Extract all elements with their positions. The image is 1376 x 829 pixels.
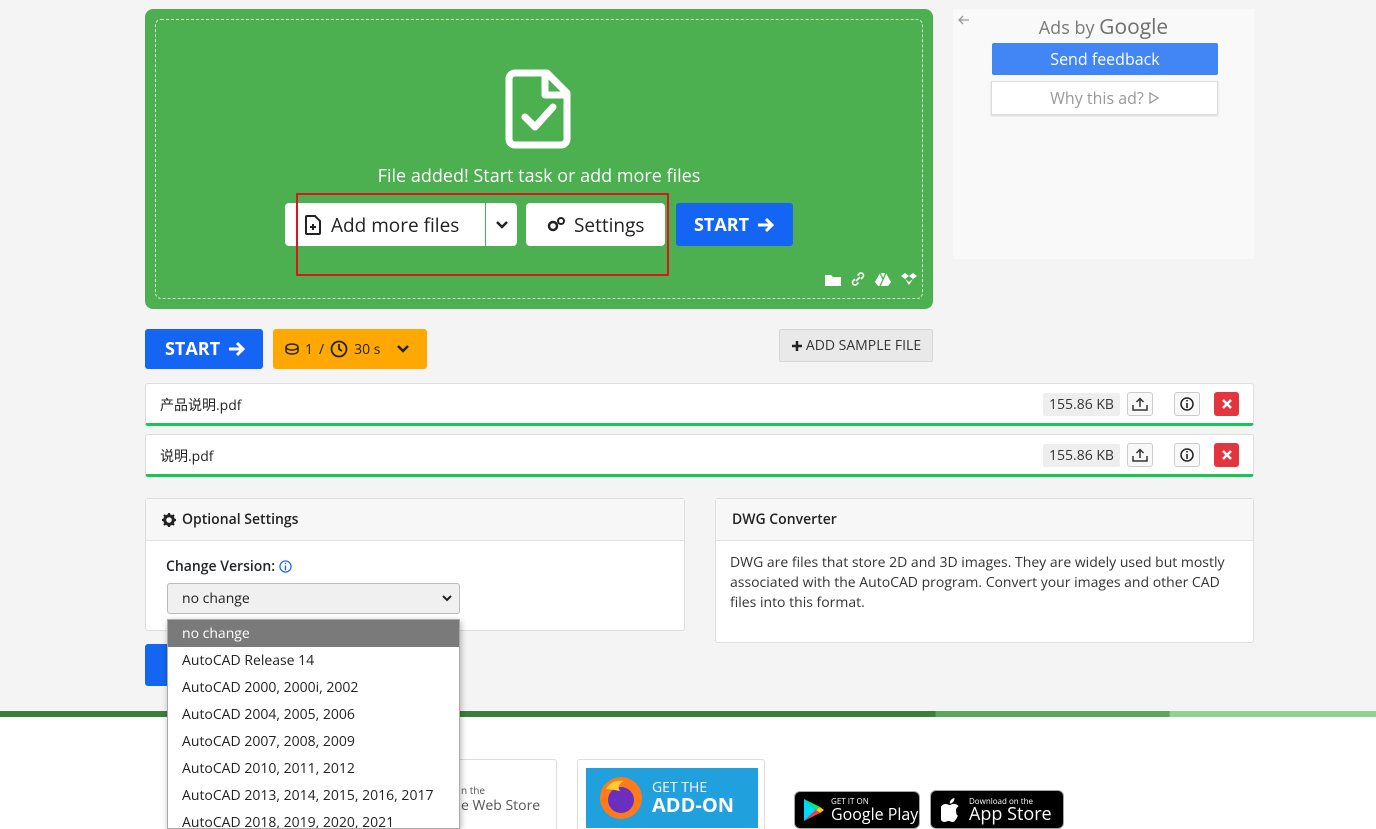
dwg-converter-title: DWG Converter	[716, 499, 1253, 541]
optional-settings-title: Optional Settings	[182, 510, 299, 529]
version-option[interactable]: AutoCAD 2004, 2005, 2006	[168, 701, 459, 728]
info-icon[interactable]	[279, 560, 292, 573]
chevron-down-icon	[495, 220, 509, 230]
file-plus-icon	[305, 214, 321, 235]
chevron-down-icon	[442, 594, 452, 602]
ads-by-google: Ads by Google	[1038, 13, 1169, 41]
version-dropdown-list: no change AutoCAD Release 14 AutoCAD 2000,…	[167, 619, 460, 829]
upload-to-cloud-icon[interactable]	[1127, 443, 1153, 467]
version-option[interactable]: AutoCAD 2010, 2011, 2012	[168, 755, 459, 782]
upload-sources	[825, 269, 917, 291]
change-version-label: Change Version:	[166, 557, 292, 576]
time-label: 30 s	[354, 339, 381, 359]
version-option[interactable]: AutoCAD Release 14	[168, 647, 459, 674]
adchoices-icon	[1149, 92, 1159, 104]
plus-icon	[791, 340, 803, 352]
change-version-text: Change Version:	[166, 557, 276, 576]
firefox-icon	[598, 775, 644, 821]
file-row: 说明.pdf 155.86 KB	[145, 434, 1254, 477]
dropzone-start-button[interactable]: START	[676, 203, 793, 246]
start-label: START	[165, 337, 221, 361]
google-drive-icon[interactable]	[875, 269, 891, 291]
close-icon	[1221, 450, 1232, 460]
version-select-value: no change	[182, 589, 250, 608]
dwg-converter-description: DWG are files that store 2D and 3D image…	[730, 553, 1225, 612]
firefox-add-on: ADD-ON	[652, 791, 735, 818]
why-this-ad-button[interactable]: Why this ad?	[991, 81, 1218, 115]
arrow-right-icon	[228, 341, 246, 357]
version-option[interactable]: AutoCAD 2007, 2008, 2009	[168, 728, 459, 755]
file-size: 155.86 KB	[1043, 393, 1120, 416]
settings-button[interactable]: Settings	[526, 203, 665, 246]
settings-label: Settings	[574, 211, 645, 238]
version-option[interactable]: no change	[168, 620, 459, 647]
file-row: 产品说明.pdf 155.86 KB	[145, 383, 1254, 426]
close-icon	[1221, 399, 1232, 409]
chevron-down-icon	[396, 344, 410, 354]
file-name: 说明.pdf	[160, 447, 214, 466]
app-store-badge[interactable]: Download on the App Store	[930, 790, 1064, 829]
firefox-addon-box: GET THE ADD-ON	[577, 759, 765, 829]
clock-icon	[330, 340, 348, 358]
chrome-store-line1: n the	[461, 783, 486, 797]
dropzone-message: File added! Start task or add more files	[377, 164, 701, 188]
credits-cost-button[interactable]: 1 / 30 s	[273, 329, 427, 369]
coins-icon	[285, 343, 299, 355]
upload-to-cloud-icon[interactable]	[1127, 392, 1153, 416]
dropzone-border	[155, 19, 923, 299]
add-sample-file-button[interactable]: ADD SAMPLE FILE	[779, 329, 933, 362]
optional-settings-header: Optional Settings	[146, 499, 684, 541]
version-option[interactable]: AutoCAD 2000, 2000i, 2002	[168, 674, 459, 701]
why-this-ad-label: Why this ad?	[1050, 87, 1144, 109]
version-option[interactable]: AutoCAD 2013, 2014, 2015, 2016, 2017	[168, 782, 459, 809]
arrow-right-icon	[757, 217, 775, 233]
dropbox-icon[interactable]	[901, 269, 917, 291]
credits-count: 1	[305, 339, 314, 359]
remove-file-button[interactable]	[1214, 392, 1239, 416]
start-button[interactable]: START	[145, 329, 263, 369]
ad-panel: Ads by Google Send feedback Why this ad?	[953, 9, 1254, 259]
add-more-files-label: Add more files	[331, 211, 460, 238]
version-option[interactable]: AutoCAD 2018, 2019, 2020, 2021	[168, 809, 459, 828]
version-select[interactable]: no change	[167, 583, 460, 614]
add-more-files-button[interactable]: Add more files	[285, 203, 485, 246]
google-play-badge[interactable]: GET IT ON Google Play	[794, 791, 920, 829]
gear-icon	[162, 512, 176, 527]
info-icon[interactable]	[1174, 392, 1200, 416]
gears-icon	[546, 216, 566, 234]
firefox-addon-badge[interactable]: GET THE ADD-ON	[586, 768, 758, 828]
remove-file-button[interactable]	[1214, 443, 1239, 467]
file-dropzone[interactable]: File added! Start task or add more files…	[145, 9, 933, 309]
convert-button[interactable]	[145, 644, 167, 686]
credits-separator: /	[319, 339, 325, 359]
add-sample-label: ADD SAMPLE FILE	[805, 336, 922, 355]
link-icon[interactable]	[851, 269, 865, 291]
file-size: 155.86 KB	[1043, 444, 1120, 467]
file-name: 产品说明.pdf	[160, 396, 242, 415]
add-more-dropdown-button[interactable]	[486, 203, 517, 246]
apple-icon	[941, 797, 961, 822]
info-icon[interactable]	[1174, 443, 1200, 467]
dwg-converter-card: DWG Converter DWG are files that store 2…	[715, 498, 1254, 643]
app-store-big: App Store	[969, 801, 1052, 826]
file-check-icon	[505, 69, 571, 154]
start-label: START	[694, 212, 750, 237]
chrome-store-line2: e Web Store	[461, 796, 541, 815]
google-play-big: Google Play	[831, 803, 919, 825]
optional-settings-card: Optional Settings Change Version: no cha…	[145, 498, 685, 631]
google-play-icon	[803, 798, 825, 822]
folder-icon[interactable]	[825, 269, 841, 291]
send-feedback-button[interactable]: Send feedback	[992, 43, 1218, 75]
